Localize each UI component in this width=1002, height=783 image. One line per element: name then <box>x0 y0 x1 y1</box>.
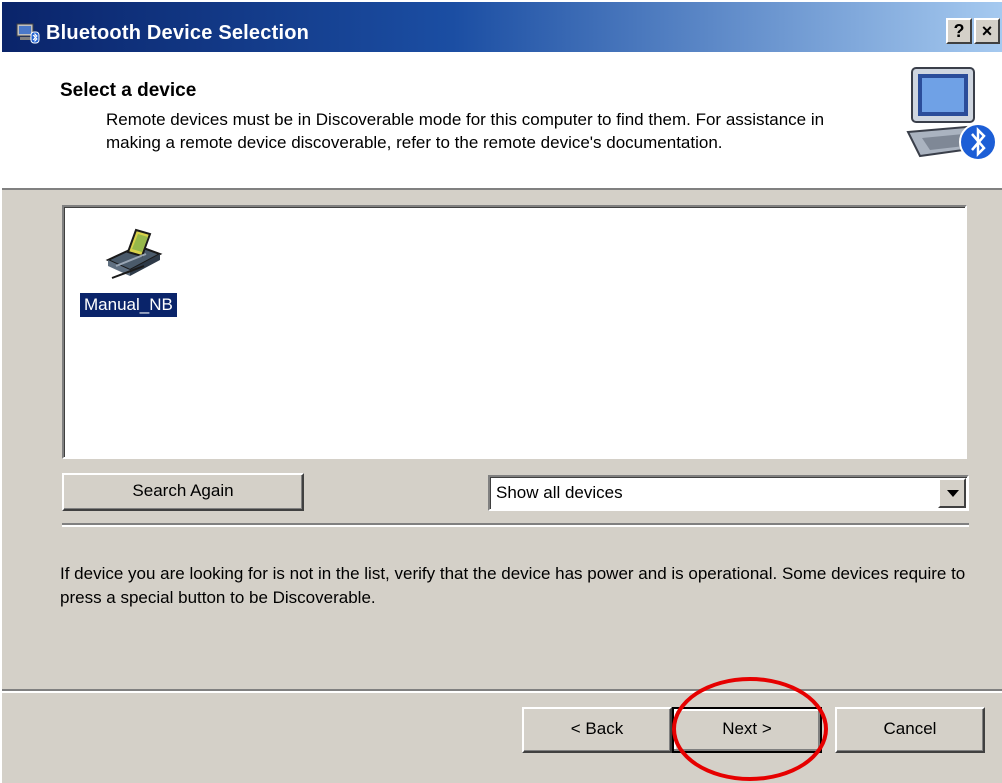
back-button[interactable]: < Back <box>522 707 672 753</box>
search-again-button[interactable]: Search Again <box>62 473 304 511</box>
cancel-button[interactable]: Cancel <box>835 707 985 753</box>
window-title: Bluetooth Device Selection <box>46 22 310 44</box>
footer-separator <box>2 689 1002 693</box>
bluetooth-device-selection-window: Bluetooth Device Selection ? × Select a … <box>0 0 1002 783</box>
separator <box>62 523 969 527</box>
page-heading: Select a device <box>60 80 197 101</box>
device-item[interactable]: Manual_NB <box>78 221 208 321</box>
device-label: Manual_NB <box>80 293 177 317</box>
dropdown-arrow-icon[interactable] <box>938 478 966 508</box>
header-description: Remote devices must be in Discoverable m… <box>106 110 825 152</box>
filter-value: Show all devices <box>496 483 623 502</box>
close-button[interactable]: × <box>974 18 1000 44</box>
next-button[interactable]: Next > <box>672 707 822 753</box>
help-text: If device you are looking for is not in … <box>60 564 966 607</box>
device-filter-dropdown[interactable]: Show all devices <box>488 475 969 511</box>
help-button[interactable]: ? <box>946 18 972 44</box>
bluetooth-app-icon <box>16 23 40 44</box>
device-list[interactable]: Manual_NB <box>62 205 967 459</box>
header-panel: Select a device Remote devices must be i… <box>2 52 1002 190</box>
pda-device-icon <box>105 228 163 279</box>
title-bar[interactable]: Bluetooth Device Selection ? × <box>2 2 1002 52</box>
computer-bluetooth-icon <box>906 67 997 161</box>
